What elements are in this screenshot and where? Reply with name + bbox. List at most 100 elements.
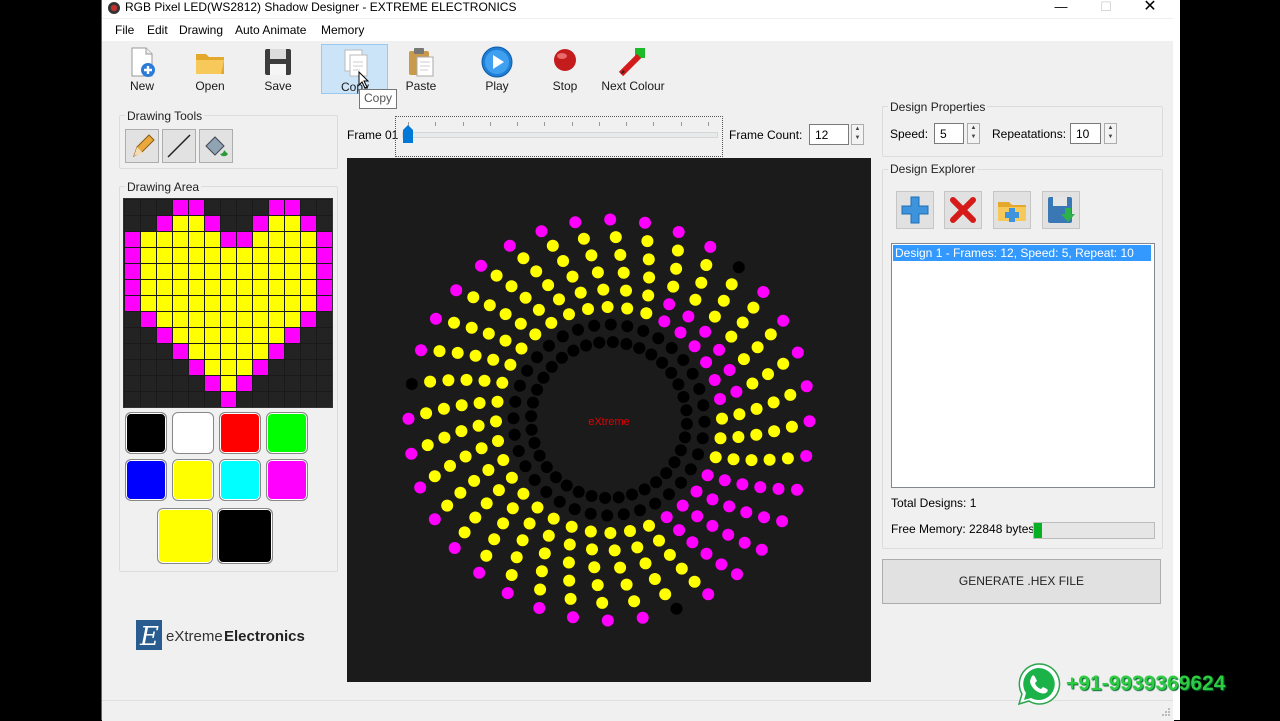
add-design-button[interactable] (896, 191, 934, 229)
pixel-cell[interactable] (253, 232, 268, 247)
pixel-cell[interactable] (221, 328, 236, 343)
pixel-cell[interactable] (205, 312, 220, 327)
pixel-cell[interactable] (253, 200, 268, 215)
pixel-grid[interactable] (123, 198, 333, 408)
pixel-cell[interactable] (221, 360, 236, 375)
pixel-cell[interactable] (301, 200, 316, 215)
minimize-button[interactable]: — (1039, 0, 1083, 16)
pixel-cell[interactable] (189, 216, 204, 231)
design-list[interactable]: Design 1 - Frames: 12, Speed: 5, Repeat:… (891, 243, 1155, 488)
pixel-cell[interactable] (317, 392, 332, 407)
menu-auto-animate[interactable]: Auto Animate (235, 23, 306, 37)
pixel-cell[interactable] (285, 216, 300, 231)
menu-drawing[interactable]: Drawing (179, 23, 223, 37)
pixel-cell[interactable] (157, 296, 172, 311)
line-tool-button[interactable] (162, 129, 196, 163)
pixel-cell[interactable] (157, 344, 172, 359)
pixel-cell[interactable] (253, 392, 268, 407)
pixel-cell[interactable] (205, 296, 220, 311)
pixel-cell[interactable] (205, 232, 220, 247)
pixel-cell[interactable] (253, 312, 268, 327)
pixel-cell[interactable] (189, 200, 204, 215)
pixel-cell[interactable] (141, 264, 156, 279)
pixel-cell[interactable] (253, 344, 268, 359)
pixel-cell[interactable] (285, 248, 300, 263)
pixel-cell[interactable] (269, 280, 284, 295)
pixel-cell[interactable] (285, 360, 300, 375)
pixel-cell[interactable] (221, 296, 236, 311)
pixel-cell[interactable] (157, 312, 172, 327)
pixel-cell[interactable] (253, 248, 268, 263)
secondary-color-swatch[interactable] (217, 508, 273, 564)
pixel-cell[interactable] (317, 344, 332, 359)
pixel-cell[interactable] (189, 264, 204, 279)
pixel-cell[interactable] (189, 312, 204, 327)
pixel-cell[interactable] (285, 328, 300, 343)
palette-swatch[interactable] (125, 459, 167, 501)
pixel-cell[interactable] (189, 376, 204, 391)
pixel-cell[interactable] (237, 216, 252, 231)
pixel-cell[interactable] (237, 328, 252, 343)
pixel-cell[interactable] (141, 344, 156, 359)
pixel-cell[interactable] (301, 360, 316, 375)
pixel-cell[interactable] (173, 248, 188, 263)
pixel-cell[interactable] (125, 392, 140, 407)
pixel-cell[interactable] (157, 328, 172, 343)
pixel-cell[interactable] (269, 360, 284, 375)
pixel-cell[interactable] (269, 264, 284, 279)
pixel-cell[interactable] (317, 360, 332, 375)
next-colour-button[interactable]: Next Colour (600, 44, 666, 94)
pixel-cell[interactable] (205, 200, 220, 215)
pixel-cell[interactable] (173, 312, 188, 327)
pixel-cell[interactable] (125, 328, 140, 343)
pixel-cell[interactable] (125, 344, 140, 359)
pixel-cell[interactable] (221, 280, 236, 295)
pixel-cell[interactable] (141, 376, 156, 391)
frame-slider[interactable] (395, 116, 723, 157)
palette-swatch[interactable] (172, 412, 214, 454)
pixel-cell[interactable] (189, 280, 204, 295)
pixel-cell[interactable] (173, 328, 188, 343)
pixel-cell[interactable] (285, 200, 300, 215)
pixel-cell[interactable] (221, 312, 236, 327)
pixel-cell[interactable] (173, 216, 188, 231)
pixel-cell[interactable] (237, 360, 252, 375)
pixel-cell[interactable] (317, 312, 332, 327)
pixel-cell[interactable] (189, 248, 204, 263)
design-list-item[interactable]: Design 1 - Frames: 12, Speed: 5, Repeat:… (893, 245, 1151, 261)
pixel-cell[interactable] (269, 216, 284, 231)
pixel-cell[interactable] (317, 296, 332, 311)
pixel-cell[interactable] (285, 232, 300, 247)
palette-swatch[interactable] (266, 459, 308, 501)
pixel-cell[interactable] (189, 232, 204, 247)
pixel-cell[interactable] (317, 376, 332, 391)
delete-design-button[interactable] (944, 191, 982, 229)
pixel-cell[interactable] (285, 280, 300, 295)
pixel-cell[interactable] (141, 360, 156, 375)
pixel-cell[interactable] (157, 200, 172, 215)
pixel-cell[interactable] (141, 392, 156, 407)
pixel-cell[interactable] (317, 248, 332, 263)
copy-button[interactable]: Copy (321, 44, 388, 94)
pixel-cell[interactable] (189, 344, 204, 359)
pixel-cell[interactable] (221, 376, 236, 391)
pixel-cell[interactable] (173, 344, 188, 359)
pixel-cell[interactable] (125, 376, 140, 391)
pixel-cell[interactable] (301, 280, 316, 295)
pencil-tool-button[interactable] (125, 129, 159, 163)
pixel-cell[interactable] (205, 344, 220, 359)
pixel-cell[interactable] (301, 216, 316, 231)
pixel-cell[interactable] (221, 200, 236, 215)
pixel-cell[interactable] (285, 392, 300, 407)
pixel-cell[interactable] (141, 296, 156, 311)
pixel-cell[interactable] (189, 392, 204, 407)
pixel-cell[interactable] (173, 376, 188, 391)
pixel-cell[interactable] (269, 376, 284, 391)
pixel-cell[interactable] (205, 392, 220, 407)
pixel-cell[interactable] (173, 200, 188, 215)
pixel-cell[interactable] (237, 392, 252, 407)
palette-swatch[interactable] (172, 459, 214, 501)
pixel-cell[interactable] (125, 280, 140, 295)
pixel-cell[interactable] (301, 344, 316, 359)
new-button[interactable]: New (109, 44, 175, 94)
